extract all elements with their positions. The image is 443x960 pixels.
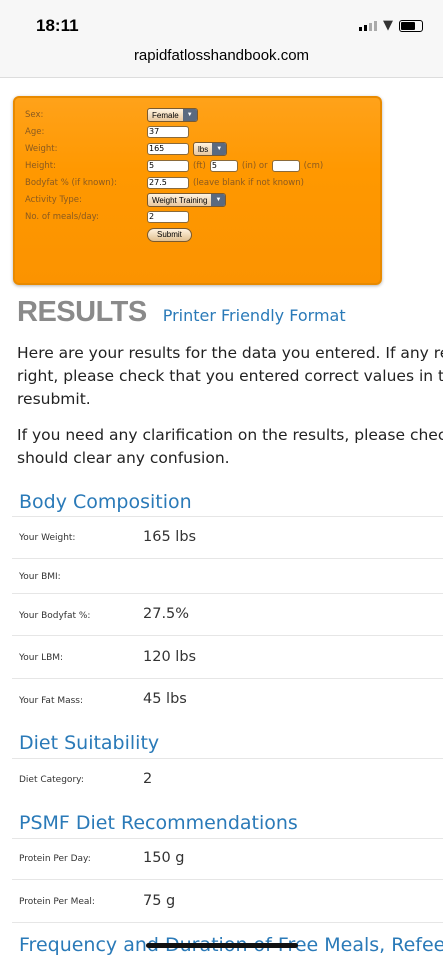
intro-paragraph: Here are your results for the data you e…	[17, 342, 443, 411]
height-label: Height:	[25, 161, 56, 171]
submit-button[interactable]: Submit	[147, 228, 192, 242]
battery-icon	[399, 19, 423, 32]
weight-input[interactable]: 165	[147, 143, 189, 155]
section-diet-suitability: Diet Suitability	[19, 732, 160, 754]
age-label: Age:	[25, 127, 45, 137]
divider	[12, 635, 443, 636]
ft-label: (ft)	[193, 161, 206, 171]
bmi-key: Your BMI:	[19, 572, 61, 582]
section-body-composition: Body Composition	[19, 491, 192, 513]
meals-input[interactable]: 2	[147, 211, 189, 223]
height-cm-input[interactable]	[271, 160, 300, 172]
chevron-down-icon: ▼	[211, 194, 226, 206]
height-ft-input[interactable]: 5	[147, 160, 189, 172]
protein-day-key: Protein Per Day:	[19, 854, 91, 864]
home-indicator[interactable]	[146, 943, 298, 948]
weight-unit-value: lbs	[198, 144, 209, 154]
fat-mass-value: 45 lbs	[143, 691, 187, 707]
address-bar[interactable]: rapidfatlosshandbook.com	[0, 40, 443, 78]
chevron-down-icon: ▼	[182, 109, 197, 121]
bodyfat-input[interactable]: 27.5	[147, 177, 189, 189]
clock: 18:11	[36, 16, 79, 35]
divider	[12, 678, 443, 679]
weight-value: 165 lbs	[143, 529, 197, 545]
weight-label: Weight:	[25, 144, 58, 154]
text-line: resubmit.	[17, 390, 91, 408]
sex-select[interactable]: Female ▼	[147, 108, 198, 122]
divider	[12, 558, 443, 559]
diet-category-key: Diet Category:	[19, 775, 84, 785]
bodyfat-label: Bodyfat % (if known):	[25, 178, 117, 188]
lbm-key: Your LBM:	[19, 653, 64, 663]
activity-value: Weight Training	[152, 195, 208, 205]
fat-mass-key: Your Fat Mass:	[19, 696, 84, 706]
cm-label: (cm)	[303, 161, 324, 171]
divider	[12, 879, 443, 880]
calculator-form: Sex: Female ▼ Age: 37 Weight: 165 lbs ▼ Height…	[13, 96, 382, 285]
divider	[12, 838, 443, 839]
age-input[interactable]: 37	[147, 126, 189, 138]
text-line: Here are your results for the data you e…	[17, 344, 443, 362]
weight-key: Your Weight:	[19, 533, 76, 543]
chevron-down-icon: ▼	[212, 143, 227, 155]
signal-icon	[359, 20, 377, 31]
sex-value: Female	[152, 110, 179, 120]
text-line: right, please check that you entered cor…	[17, 367, 443, 385]
divider	[12, 922, 443, 923]
sex-label: Sex:	[25, 110, 44, 120]
divider	[12, 516, 443, 517]
bodyfat-key: Your Bodyfat %:	[19, 611, 91, 621]
status-bar: 18:11 ▼	[0, 0, 443, 40]
text-line: should clear any confusion.	[17, 449, 230, 467]
meals-label: No. of meals/day:	[25, 212, 99, 222]
diet-category-value: 2	[143, 771, 153, 787]
printer-friendly-link[interactable]: Printer Friendly Format	[163, 306, 346, 325]
activity-select[interactable]: Weight Training ▼	[147, 193, 227, 207]
protein-day-value: 150 g	[143, 850, 185, 866]
protein-meal-key: Protein Per Meal:	[19, 897, 95, 907]
divider	[12, 593, 443, 594]
protein-meal-value: 75 g	[143, 893, 176, 909]
section-psmf: PSMF Diet Recommendations	[19, 812, 298, 834]
divider	[12, 758, 443, 759]
results-heading: RESULTS	[17, 296, 147, 328]
bodyfat-hint: (leave blank if not known)	[193, 178, 304, 188]
text-line: If you need any clarification on the res…	[17, 426, 443, 444]
wifi-icon: ▼	[383, 18, 393, 33]
in-or-label: (in) or	[241, 161, 268, 171]
weight-unit-select[interactable]: lbs ▼	[193, 142, 228, 156]
lbm-value: 120 lbs	[143, 649, 197, 665]
bodyfat-value: 27.5%	[143, 606, 190, 622]
activity-label: Activity Type:	[25, 195, 82, 205]
clarification-paragraph: If you need any clarification on the res…	[17, 424, 443, 470]
height-in-input[interactable]: 5	[209, 160, 238, 172]
